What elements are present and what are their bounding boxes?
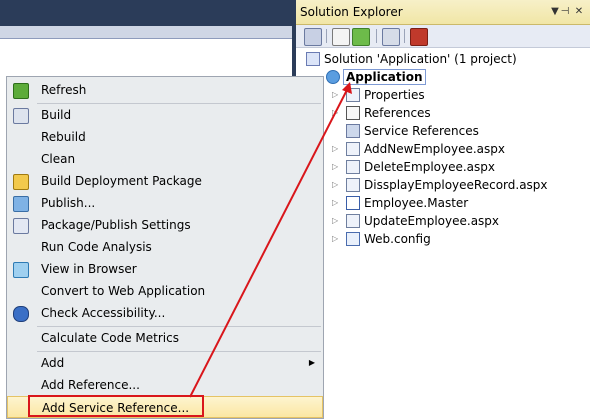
- aspx-file-icon: [346, 214, 360, 228]
- project-node[interactable]: Application: [326, 68, 426, 86]
- pin-icon[interactable]: ⊣: [558, 5, 572, 19]
- tree-item-displayemployeerecord[interactable]: ▷ DissplayEmployeeRecord.aspx: [332, 176, 548, 194]
- master-file-icon: [346, 196, 360, 210]
- menu-item-add-reference[interactable]: Add Reference...: [7, 374, 323, 396]
- tree-item-label: References: [364, 106, 431, 120]
- solution-label: Solution 'Application' (1 project): [324, 52, 517, 66]
- tree-item-label: DissplayEmployeeRecord.aspx: [364, 178, 548, 192]
- publish-icon: [13, 196, 29, 212]
- expander-icon[interactable]: ▷: [332, 140, 338, 158]
- menu-item-publish[interactable]: Publish...: [7, 192, 323, 214]
- folder-icon: [346, 124, 360, 138]
- menu-item-refresh[interactable]: Refresh: [7, 79, 323, 101]
- close-icon[interactable]: ✕: [572, 5, 586, 19]
- web-project-icon: [326, 70, 340, 84]
- submenu-arrow-icon: ▶: [308, 358, 315, 367]
- expander-icon[interactable]: ▷: [332, 86, 338, 104]
- context-menu: Refresh Build Rebuild Clean Build Deploy…: [6, 76, 324, 419]
- expander-icon[interactable]: ▷: [332, 176, 338, 194]
- menu-item-clean[interactable]: Clean: [7, 148, 323, 170]
- tree-item-label: Web.config: [364, 232, 431, 246]
- solution-explorer-titlebar: Solution Explorer ▼ ⊣ ✕: [296, 0, 590, 25]
- solution-node[interactable]: Solution 'Application' (1 project): [306, 50, 517, 68]
- class-diagram-icon[interactable]: [410, 28, 428, 46]
- tree-item-label: Properties: [364, 88, 425, 102]
- menu-item-build[interactable]: Build: [7, 104, 323, 126]
- config-file-icon: [346, 232, 360, 246]
- tree-item-service-references[interactable]: Service References: [346, 122, 479, 140]
- project-label: Application: [343, 69, 426, 85]
- tree-item-references[interactable]: ▷ References: [332, 104, 431, 122]
- solution-explorer-toolbar: [296, 25, 590, 48]
- expander-icon[interactable]: ▷: [332, 230, 338, 248]
- tree-item-label: AddNewEmployee.aspx: [364, 142, 505, 156]
- accessibility-icon: [13, 306, 29, 322]
- tree-item-properties[interactable]: ▷ Properties: [332, 86, 425, 104]
- menu-item-convert-to-web-application[interactable]: Convert to Web Application: [7, 280, 323, 302]
- menu-item-check-accessibility[interactable]: Check Accessibility...: [7, 302, 323, 324]
- references-icon: [346, 106, 360, 120]
- solution-explorer-title: Solution Explorer: [300, 5, 403, 19]
- package-icon: [13, 174, 29, 190]
- expander-icon[interactable]: ▷: [332, 212, 338, 230]
- browser-icon: [13, 262, 29, 278]
- expander-icon[interactable]: ▷: [332, 158, 338, 176]
- menu-item-run-code-analysis[interactable]: Run Code Analysis: [7, 236, 323, 258]
- properties-icon: [346, 88, 360, 102]
- tree-item-label: DeleteEmployee.aspx: [364, 160, 495, 174]
- properties-toolbar-icon[interactable]: [304, 28, 322, 46]
- toolbar-separator: [326, 29, 327, 43]
- solution-tree: Solution 'Application' (1 project) Appli…: [296, 48, 590, 419]
- tree-item-label: Service References: [364, 124, 479, 138]
- build-icon: [13, 108, 29, 124]
- aspx-file-icon: [346, 142, 360, 156]
- tree-item-web-config[interactable]: ▷ Web.config: [332, 230, 431, 248]
- menu-item-view-in-browser[interactable]: View in Browser: [7, 258, 323, 280]
- editor-header: [0, 26, 292, 39]
- solution-icon: [306, 52, 320, 66]
- menu-item-build-deployment-package[interactable]: Build Deployment Package: [7, 170, 323, 192]
- refresh-icon: [13, 83, 29, 99]
- menu-item-rebuild[interactable]: Rebuild: [7, 126, 323, 148]
- toolbar-separator: [404, 29, 405, 43]
- tree-item-deleteemployee[interactable]: ▷ DeleteEmployee.aspx: [332, 158, 495, 176]
- menu-item-package-publish-settings[interactable]: Package/Publish Settings: [7, 214, 323, 236]
- expander-icon[interactable]: ▷: [332, 194, 338, 212]
- tree-item-addnewemployee[interactable]: ▷ AddNewEmployee.aspx: [332, 140, 505, 158]
- tree-item-label: Employee.Master: [364, 196, 469, 210]
- tree-item-updateemployee[interactable]: ▷ UpdateEmployee.aspx: [332, 212, 500, 230]
- menu-item-add[interactable]: Add ▶: [7, 352, 323, 374]
- tree-item-label: UpdateEmployee.aspx: [364, 214, 500, 228]
- aspx-file-icon: [346, 178, 360, 192]
- view-code-icon[interactable]: [382, 28, 400, 46]
- editor-tab-strip: [0, 0, 292, 26]
- tree-item-employee-master[interactable]: ▷ Employee.Master: [332, 194, 469, 212]
- aspx-file-icon: [346, 160, 360, 174]
- settings-icon: [13, 218, 29, 234]
- refresh-toolbar-icon[interactable]: [352, 28, 370, 46]
- toolbar-separator: [376, 29, 377, 43]
- menu-item-add-service-reference[interactable]: Add Service Reference...: [7, 396, 323, 418]
- expander-icon[interactable]: ▷: [332, 104, 338, 122]
- menu-item-calculate-code-metrics[interactable]: Calculate Code Metrics: [7, 327, 323, 349]
- show-all-files-icon[interactable]: [332, 28, 350, 46]
